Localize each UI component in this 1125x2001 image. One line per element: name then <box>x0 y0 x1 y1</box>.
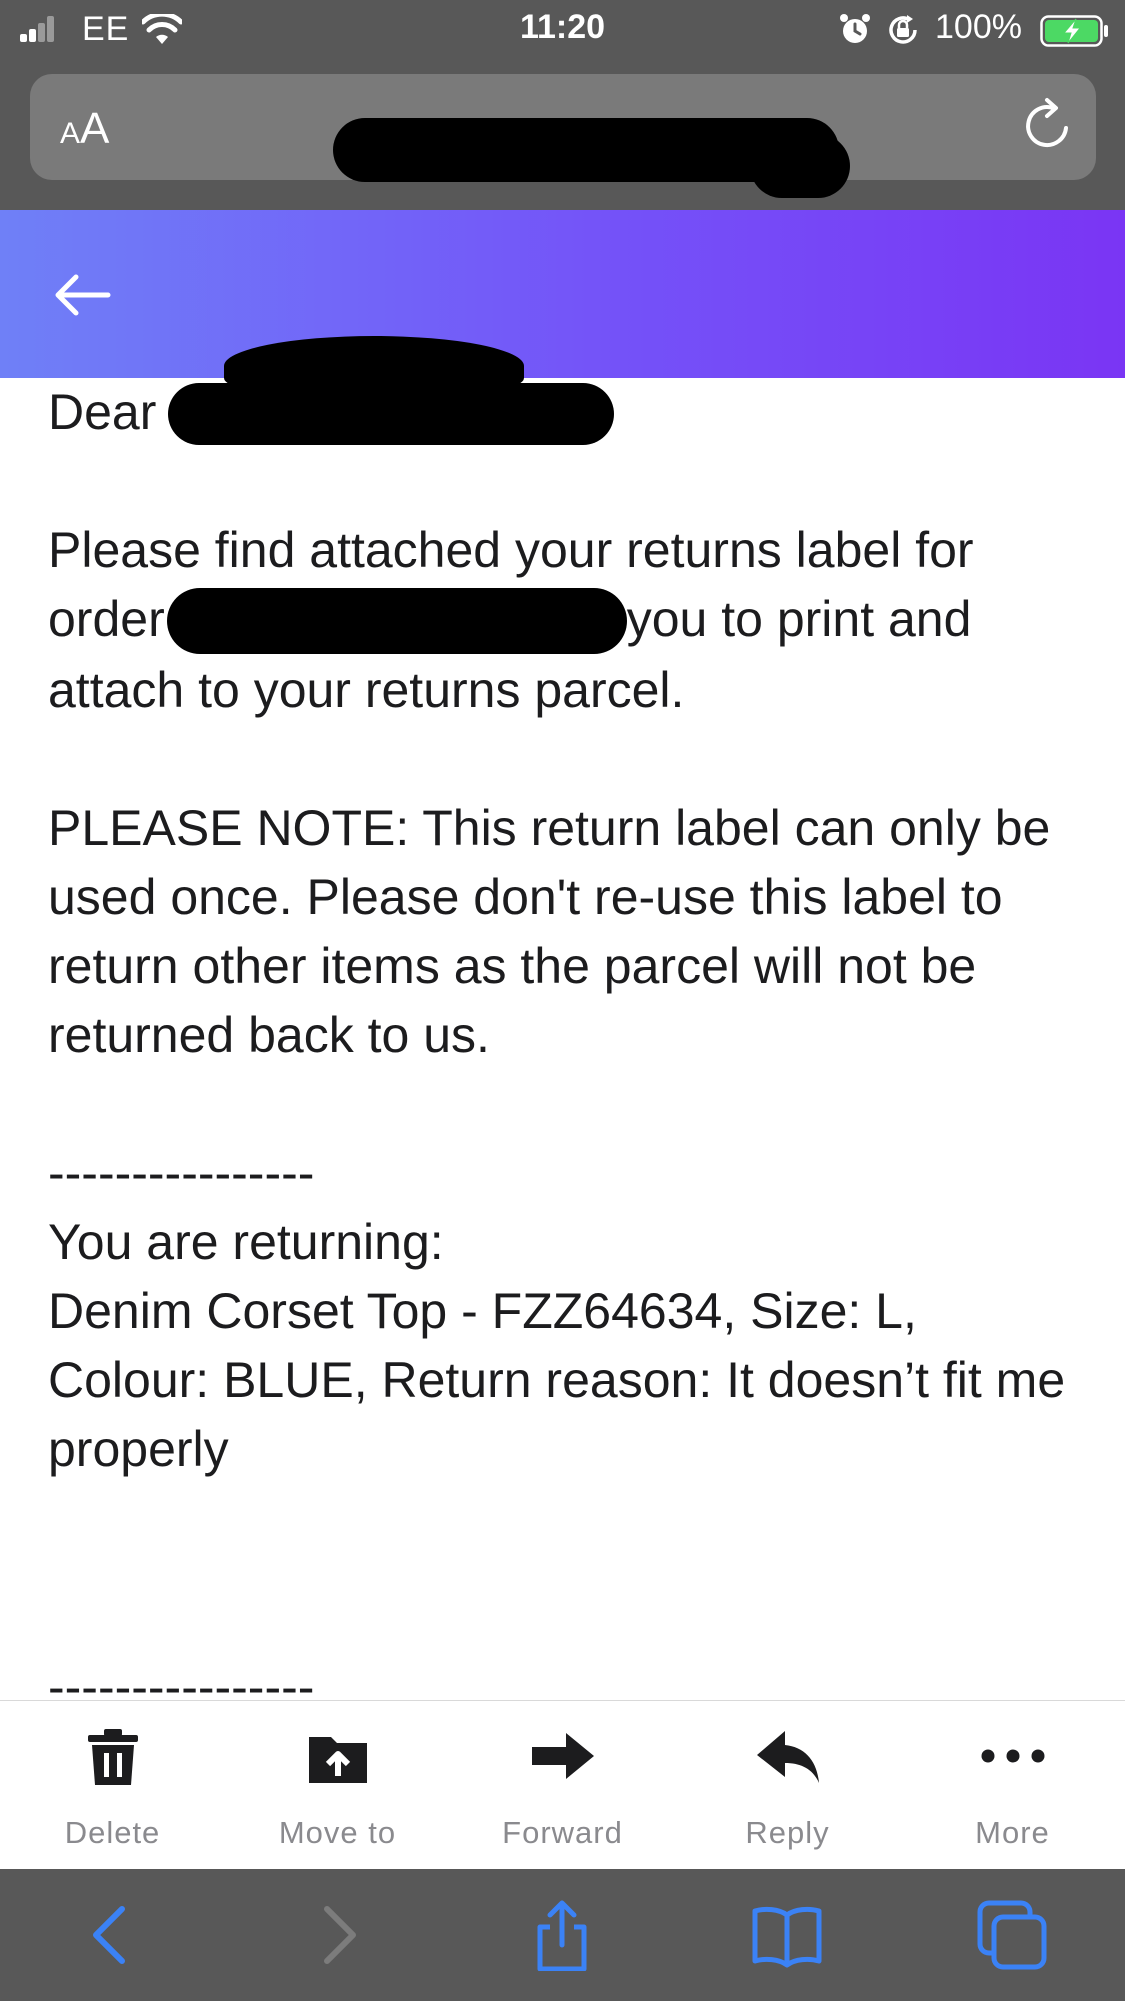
returns-label-paragraph: Please find attached your returns label … <box>48 516 1088 725</box>
redacted-order-number <box>166 587 627 654</box>
back-arrow-icon[interactable] <box>52 270 112 320</box>
tabs-icon <box>977 1900 1047 1970</box>
reply-arrow-icon <box>757 1731 819 1783</box>
paragraph-line-2-start: order <box>48 591 165 647</box>
chevron-right-icon <box>324 1906 356 1964</box>
browser-forward-button[interactable] <box>225 1869 450 2001</box>
divider-1: ---------------- <box>48 1144 315 1201</box>
trash-icon <box>88 1729 138 1785</box>
more-label: More <box>975 1815 1050 1850</box>
book-icon <box>752 1906 822 1968</box>
address-bar[interactable]: AA <box>30 74 1096 198</box>
chevron-left-icon <box>93 1906 125 1964</box>
greeting-line: Dear <box>48 378 1088 447</box>
reply-button[interactable]: Reply <box>675 1701 900 1869</box>
please-note-paragraph: PLEASE NOTE: This return label can only … <box>48 799 1051 1063</box>
paragraph-line-2-end: you to print and <box>626 591 972 647</box>
forward-button[interactable]: Forward <box>450 1701 675 1869</box>
battery-charging-icon <box>1040 15 1108 47</box>
email-header-bar <box>0 210 1125 378</box>
redacted-url-tail <box>750 134 850 198</box>
returning-heading: You are returning: <box>48 1213 444 1270</box>
move-to-button[interactable]: Move to <box>225 1701 450 1869</box>
browser-back-button[interactable] <box>0 1869 225 2001</box>
rotation-lock-icon <box>889 15 917 44</box>
forward-label: Forward <box>502 1815 623 1850</box>
paragraph-line-1: Please find attached your returns label … <box>48 522 974 578</box>
redacted-recipient-name <box>168 382 615 445</box>
folder-move-icon <box>309 1737 367 1783</box>
battery-percent: 100% <box>935 8 1022 46</box>
greeting-text: Dear <box>48 384 157 440</box>
delete-button[interactable]: Delete <box>0 1701 225 1869</box>
email-body: Dear Please find attached your returns l… <box>48 378 1088 1722</box>
reload-icon[interactable] <box>1020 96 1076 156</box>
more-button[interactable]: More <box>900 1701 1125 1869</box>
text-size-button[interactable]: AA <box>60 104 109 154</box>
paragraph-line-3: attach to your returns parcel. <box>48 661 685 718</box>
forward-arrow-icon <box>532 1733 594 1779</box>
status-bar: EE 11:20 100% <box>0 0 1125 60</box>
delete-label: Delete <box>64 1815 161 1850</box>
returned-item-details: Denim Corset Top - FZZ64634, Size: L, Co… <box>48 1282 1066 1477</box>
share-button[interactable] <box>450 1869 675 2001</box>
browser-address-area: AA <box>0 60 1125 210</box>
alarm-icon <box>840 14 870 43</box>
browser-bottom-toolbar <box>0 1869 1125 2001</box>
share-icon <box>537 1900 587 1971</box>
mail-action-toolbar: Delete Move to Forward Reply More <box>0 1700 1125 1869</box>
bookmarks-button[interactable] <box>675 1869 900 2001</box>
tabs-button[interactable] <box>900 1869 1125 2001</box>
more-dots-icon <box>981 1749 1045 1763</box>
move-to-label: Move to <box>278 1815 397 1850</box>
reply-label: Reply <box>745 1815 830 1850</box>
